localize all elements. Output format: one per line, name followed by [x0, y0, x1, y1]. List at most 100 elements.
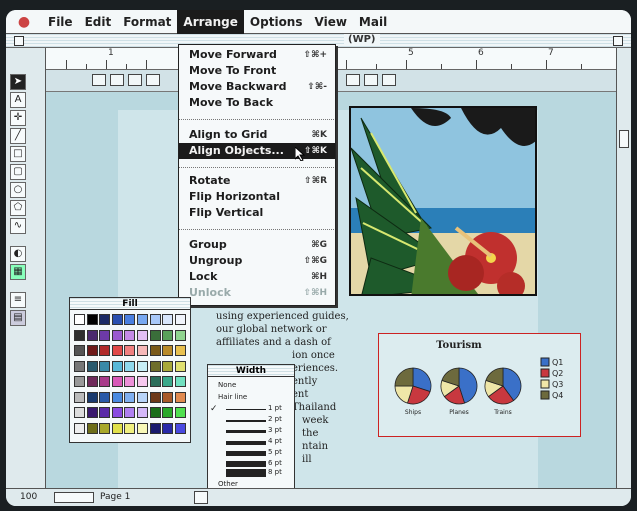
color-swatch[interactable]: [149, 329, 161, 341]
menu-view[interactable]: View: [309, 10, 353, 34]
color-swatch[interactable]: [124, 376, 136, 387]
color-swatch[interactable]: [86, 391, 98, 403]
width-option-1pt[interactable]: ✓ 1 pt: [208, 404, 294, 415]
color-swatch[interactable]: [149, 314, 161, 325]
oval-tool-icon[interactable]: ○: [10, 182, 26, 198]
color-swatch[interactable]: [124, 391, 136, 403]
distribute-icon[interactable]: [346, 74, 360, 86]
color-swatch[interactable]: [137, 407, 148, 418]
color-swatch[interactable]: [99, 407, 111, 418]
color-swatch[interactable]: [74, 314, 85, 325]
menu-rotate[interactable]: Rotate ⇧⌘R: [179, 173, 335, 189]
color-swatch[interactable]: [149, 345, 161, 356]
color-swatch[interactable]: [137, 376, 148, 387]
color-swatch[interactable]: [162, 314, 174, 325]
color-swatch[interactable]: [74, 407, 85, 418]
menu-align-objects[interactable]: Align Objects... ⇧⌘K: [179, 143, 335, 159]
color-swatch[interactable]: [74, 376, 85, 387]
color-tool-icon[interactable]: ▦: [10, 264, 26, 280]
view-mode-icon[interactable]: [54, 492, 94, 503]
color-swatch[interactable]: [174, 407, 186, 418]
color-swatch[interactable]: [162, 360, 174, 372]
color-swatch[interactable]: [74, 391, 85, 403]
crosshair-tool-icon[interactable]: ✛: [10, 110, 26, 126]
menu-edit[interactable]: Edit: [79, 10, 118, 34]
color-swatch[interactable]: [99, 329, 111, 341]
line-tool-icon[interactable]: ╱: [10, 128, 26, 144]
color-swatch[interactable]: [149, 391, 161, 403]
color-swatch[interactable]: [174, 422, 186, 434]
color-swatch[interactable]: [137, 314, 148, 325]
scroll-thumb[interactable]: [619, 130, 629, 148]
color-swatch[interactable]: [74, 360, 85, 372]
color-swatch[interactable]: [124, 345, 136, 356]
menu-ungroup[interactable]: Ungroup ⇧⌘G: [179, 253, 335, 269]
color-swatch[interactable]: [162, 345, 174, 356]
menu-move-to-front[interactable]: Move To Front: [179, 63, 335, 79]
width-option-3pt[interactable]: 3 pt: [208, 426, 294, 437]
vertical-scrollbar[interactable]: [616, 48, 631, 488]
fill-tool-icon[interactable]: ◐: [10, 246, 26, 262]
color-swatch[interactable]: [149, 360, 161, 372]
color-swatch[interactable]: [86, 345, 98, 356]
align-center-icon[interactable]: [110, 74, 124, 86]
freehand-tool-icon[interactable]: ∿: [10, 218, 26, 234]
apple-menu-icon[interactable]: ●: [6, 14, 42, 30]
color-swatch[interactable]: [137, 329, 148, 341]
menu-flip-vertical[interactable]: Flip Vertical: [179, 205, 335, 221]
polygon-tool-icon[interactable]: ⬠: [10, 200, 26, 216]
line-width-tool-icon[interactable]: ≡: [10, 292, 26, 308]
color-swatch[interactable]: [137, 422, 148, 434]
color-swatch[interactable]: [124, 360, 136, 372]
color-swatch[interactable]: [86, 376, 98, 387]
color-swatch[interactable]: [111, 329, 123, 341]
menu-format[interactable]: Format: [117, 10, 177, 34]
text-tool-icon[interactable]: A: [10, 92, 26, 108]
color-swatch[interactable]: [111, 407, 123, 418]
width-option-none[interactable]: None: [208, 380, 294, 391]
color-swatch[interactable]: [137, 391, 148, 403]
color-swatch[interactable]: [149, 407, 161, 418]
color-swatch[interactable]: [162, 376, 174, 387]
menu-group[interactable]: Group ⌘G: [179, 237, 335, 253]
align-top-icon[interactable]: [146, 74, 160, 86]
menu-move-forward[interactable]: Move Forward ⇧⌘+: [179, 47, 335, 63]
pointer-tool-icon[interactable]: ➤: [10, 74, 26, 90]
color-swatch[interactable]: [99, 391, 111, 403]
color-swatch[interactable]: [111, 360, 123, 372]
scroll-left-icon[interactable]: [194, 491, 208, 504]
color-swatch[interactable]: [162, 391, 174, 403]
menu-flip-horizontal[interactable]: Flip Horizontal: [179, 189, 335, 205]
color-swatch[interactable]: [111, 422, 123, 434]
color-swatch[interactable]: [74, 345, 85, 356]
zoom-level[interactable]: 100: [20, 492, 37, 502]
width-option-hairline[interactable]: Hair line: [208, 392, 294, 403]
color-swatch[interactable]: [149, 422, 161, 434]
color-swatch[interactable]: [137, 360, 148, 372]
page-indicator[interactable]: Page 1: [100, 492, 130, 502]
width-option-4pt[interactable]: 4 pt: [208, 437, 294, 448]
color-swatch[interactable]: [162, 407, 174, 418]
color-swatch[interactable]: [124, 314, 136, 325]
color-swatch[interactable]: [86, 329, 98, 341]
color-swatch[interactable]: [99, 360, 111, 372]
align-right-icon[interactable]: [128, 74, 142, 86]
align-left-icon[interactable]: [92, 74, 106, 86]
tourism-chart[interactable]: Tourism Ships Planes Trains Q1 Q2 Q3 Q4: [378, 333, 581, 437]
color-swatch[interactable]: [162, 422, 174, 434]
menu-align-to-grid[interactable]: Align to Grid ⌘K: [179, 127, 335, 143]
rounded-rect-tool-icon[interactable]: ▢: [10, 164, 26, 180]
color-swatch[interactable]: [174, 360, 186, 372]
color-swatch[interactable]: [74, 329, 85, 341]
color-swatch[interactable]: [174, 376, 186, 387]
close-box-icon[interactable]: [14, 36, 24, 46]
group-icon[interactable]: [382, 74, 396, 86]
distribute-vertical-icon[interactable]: [364, 74, 378, 86]
color-swatch[interactable]: [86, 360, 98, 372]
menu-move-backward[interactable]: Move Backward ⇧⌘-: [179, 79, 335, 95]
width-option-8pt[interactable]: 8 pt: [208, 468, 294, 479]
zoom-box-icon[interactable]: [613, 36, 623, 46]
color-swatch[interactable]: [174, 391, 186, 403]
color-swatch[interactable]: [99, 314, 111, 325]
color-swatch[interactable]: [86, 422, 98, 434]
